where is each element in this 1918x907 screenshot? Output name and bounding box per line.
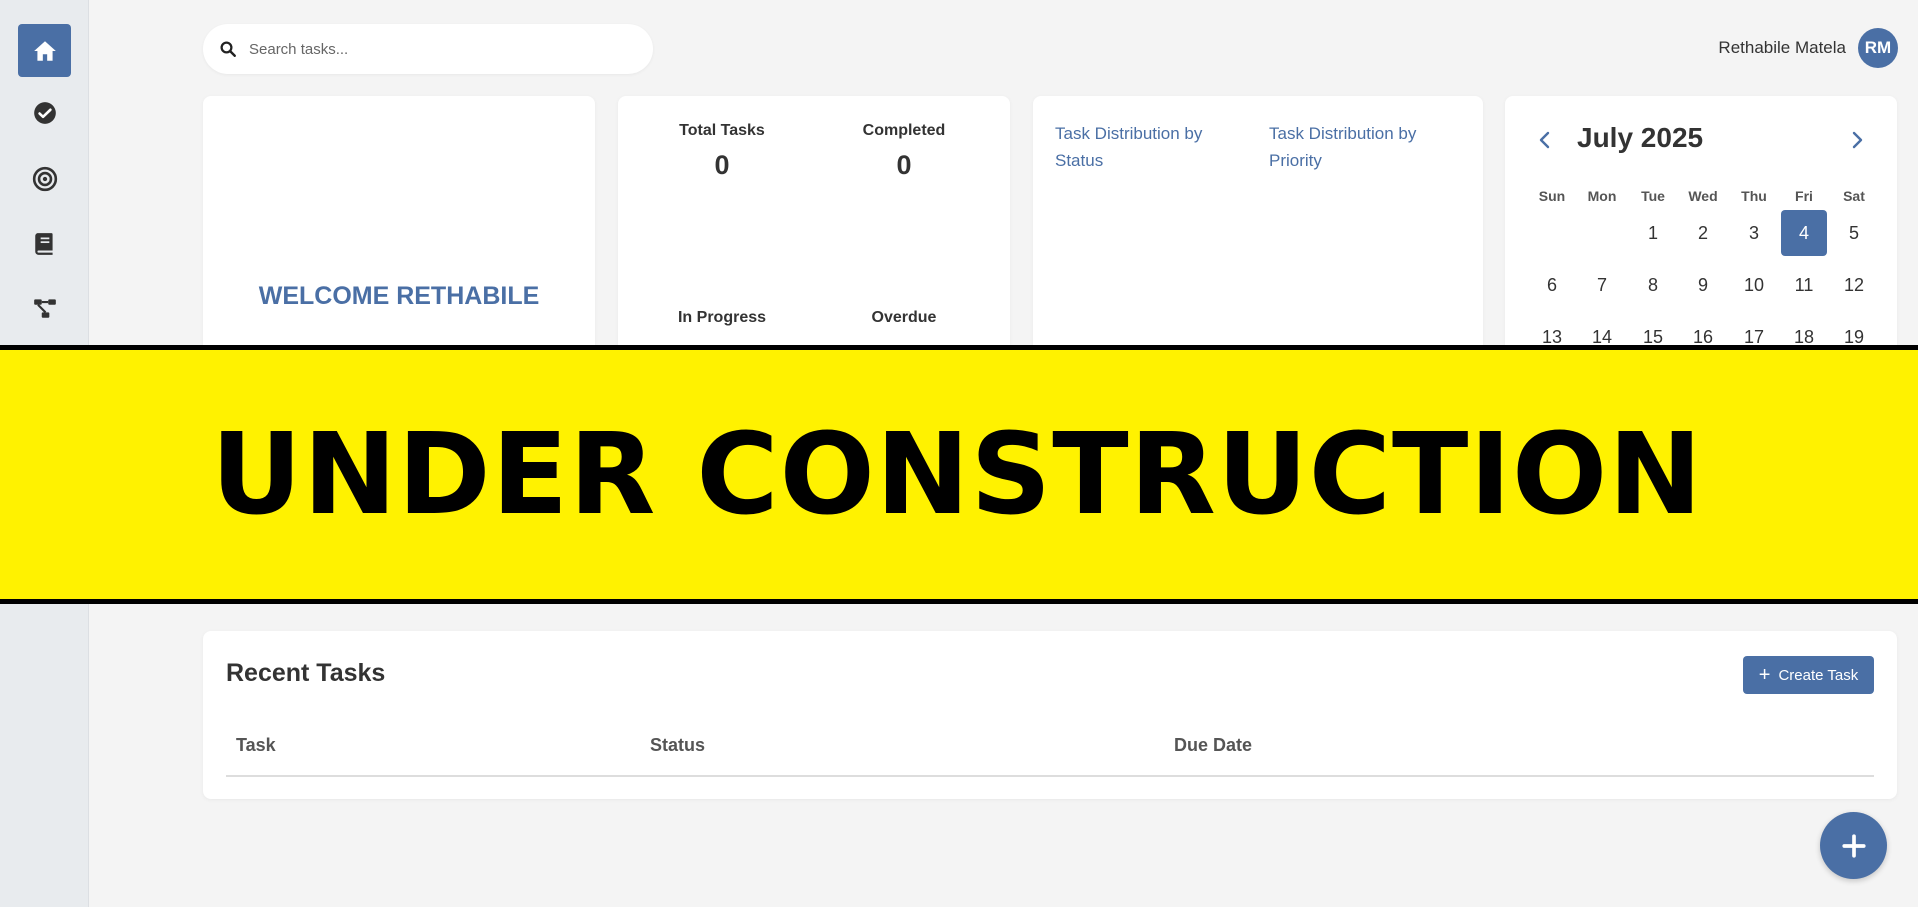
- under-construction-banner: UNDER CONSTRUCTION: [0, 345, 1918, 604]
- calendar-day[interactable]: 6: [1529, 262, 1575, 308]
- calendar-day[interactable]: 12: [1831, 262, 1877, 308]
- weekday-label: Thu: [1741, 188, 1767, 204]
- sidebar-item-goals[interactable]: [18, 152, 71, 205]
- add-task-fab[interactable]: [1820, 812, 1887, 879]
- calendar-day[interactable]: 9: [1680, 262, 1726, 308]
- welcome-message: WELCOME RETHABILE: [258, 282, 540, 310]
- calendar-day[interactable]: 5: [1831, 210, 1877, 256]
- tasks-table-header: Task Status Due Date: [226, 727, 1874, 777]
- weekday-label: Mon: [1587, 188, 1617, 204]
- stat-completed-label: Completed: [862, 122, 946, 139]
- plus-icon: +: [1758, 664, 1771, 686]
- sidebar-item-home[interactable]: [18, 24, 71, 77]
- stat-total: Total Tasks 0: [632, 122, 812, 181]
- create-task-label: Create Task: [1778, 666, 1859, 684]
- sidebar-item-notes[interactable]: [18, 217, 71, 270]
- column-header-due-date[interactable]: Due Date: [1174, 735, 1252, 756]
- check-circle-icon: [33, 101, 56, 124]
- weekday-label: Sat: [1843, 188, 1865, 204]
- target-icon: [32, 166, 57, 191]
- home-icon: [33, 40, 56, 61]
- stat-overdue-label: Overdue: [871, 309, 937, 326]
- search-input[interactable]: [249, 40, 629, 58]
- calendar-month-title: July 2025: [1577, 122, 1704, 153]
- stat-completed-value: 0: [896, 150, 912, 180]
- calendar-day[interactable]: 11: [1781, 262, 1827, 308]
- plus-icon: [1841, 833, 1866, 858]
- calendar-day[interactable]: 10: [1731, 262, 1777, 308]
- weekday-label: Wed: [1688, 188, 1718, 204]
- calendar-day[interactable]: 1: [1630, 210, 1676, 256]
- stat-total-label: Total Tasks: [679, 122, 765, 139]
- chevron-left-icon[interactable]: [1533, 128, 1557, 152]
- search-bar: [203, 24, 653, 74]
- stat-in-progress: In Progress: [632, 309, 812, 327]
- stat-overdue: Overdue: [814, 309, 994, 327]
- column-header-task[interactable]: Task: [236, 735, 276, 756]
- sidebar-item-tasks[interactable]: [18, 86, 71, 139]
- calendar-day[interactable]: 2: [1680, 210, 1726, 256]
- stat-completed: Completed 0: [814, 122, 994, 181]
- user-name: Rethabile Matela: [1718, 38, 1846, 57]
- chevron-right-icon[interactable]: [1845, 128, 1869, 152]
- calendar-day[interactable]: 3: [1731, 210, 1777, 256]
- search-icon: [220, 41, 236, 57]
- calendar-day[interactable]: 8: [1630, 262, 1676, 308]
- weekday-label: Tue: [1641, 188, 1665, 204]
- tab-distribution-priority[interactable]: Task Distribution by Priority: [1269, 120, 1449, 174]
- avatar[interactable]: RM: [1858, 28, 1898, 68]
- weekday-label: Fri: [1795, 188, 1813, 204]
- stat-total-value: 0: [714, 150, 730, 180]
- book-icon: [34, 232, 53, 255]
- weekday-label: Sun: [1538, 188, 1566, 204]
- calendar-header: July 2025: [1505, 122, 1897, 158]
- sidebar-item-workflows[interactable]: [18, 281, 71, 334]
- stat-in-progress-label: In Progress: [677, 309, 767, 326]
- tab-distribution-status[interactable]: Task Distribution by Status: [1055, 120, 1235, 174]
- diagram-icon: [33, 298, 56, 318]
- user-menu[interactable]: Rethabile Matela RM: [1718, 28, 1898, 68]
- banner-text: UNDER CONSTRUCTION: [211, 409, 1703, 540]
- create-task-button[interactable]: + Create Task: [1743, 656, 1874, 694]
- recent-tasks-card: Recent Tasks + Create Task Task Status D…: [203, 631, 1897, 799]
- column-header-status[interactable]: Status: [650, 735, 705, 756]
- recent-tasks-title: Recent Tasks: [226, 659, 386, 687]
- calendar-day[interactable]: 7: [1579, 262, 1625, 308]
- calendar-day-today[interactable]: 4: [1781, 210, 1827, 256]
